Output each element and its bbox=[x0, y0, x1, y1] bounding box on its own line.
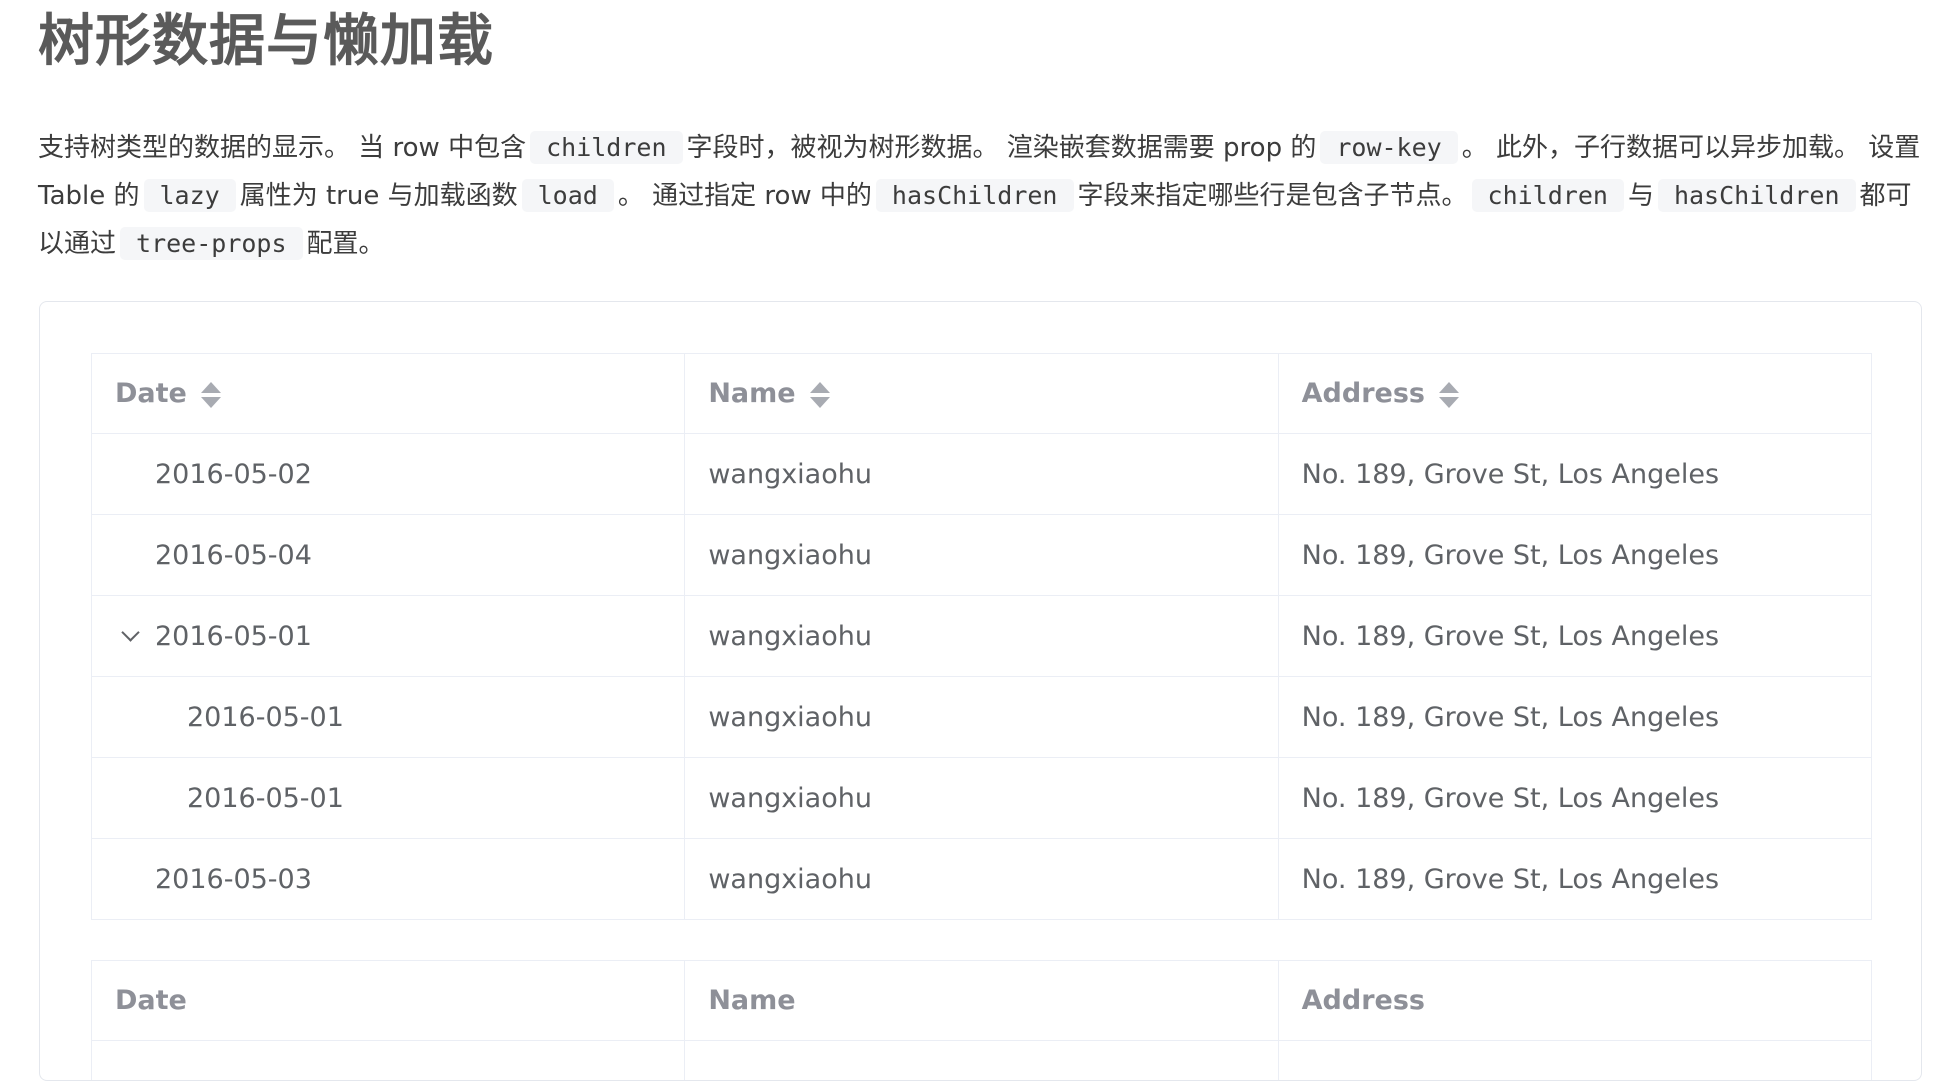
code-load: load bbox=[522, 179, 614, 212]
cell-address: No. 189, Grove St, Los Angeles bbox=[1278, 434, 1871, 515]
code-has-children: hasChildren bbox=[876, 179, 1074, 212]
chevron-down-icon[interactable] bbox=[115, 623, 145, 651]
cell-address: No. 189, Grove St, Los Angeles bbox=[1278, 515, 1871, 596]
table-header-row: Date Name Address bbox=[92, 961, 1872, 1041]
table-row[interactable] bbox=[92, 1041, 1872, 1081]
desc-text: 属性为 true 与加载函数 bbox=[240, 181, 518, 211]
cell-name bbox=[685, 1041, 1278, 1081]
code-has-children-2: hasChildren bbox=[1658, 179, 1856, 212]
cell-name: wangxiaohu bbox=[685, 758, 1278, 839]
cell-name: wangxiaohu bbox=[685, 677, 1278, 758]
code-row-key: row-key bbox=[1320, 131, 1457, 164]
lazy-tree-table: Date Name Address bbox=[91, 960, 1872, 1081]
cell-date: 2016-05-04 bbox=[92, 515, 685, 596]
table-row[interactable]: 2016-05-02 wangxiaohu No. 189, Grove St,… bbox=[92, 434, 1872, 515]
cell-name: wangxiaohu bbox=[685, 515, 1278, 596]
table-header-row: Date Name Address bbox=[92, 354, 1872, 434]
table-row[interactable]: 2016-05-04 wangxiaohu No. 189, Grove St,… bbox=[92, 515, 1872, 596]
cell-date: 2016-05-01 bbox=[92, 596, 685, 677]
page-title: 树形数据与懒加载 bbox=[38, 8, 494, 76]
column-header-name: Name bbox=[685, 961, 1278, 1041]
sort-caret-icon[interactable] bbox=[201, 381, 221, 409]
tree-table: Date Name Address 2016-05-02 wangxiaohu … bbox=[91, 353, 1872, 920]
table-row[interactable]: 2016-05-01 wangxiaohu No. 189, Grove St,… bbox=[92, 596, 1872, 677]
code-children: children bbox=[530, 131, 682, 164]
cell-date bbox=[92, 1041, 685, 1081]
desc-text: 与 bbox=[1628, 181, 1654, 211]
table-row-child[interactable]: 2016-05-01 wangxiaohu No. 189, Grove St,… bbox=[92, 758, 1872, 839]
cell-date: 2016-05-02 bbox=[92, 434, 685, 515]
code-lazy: lazy bbox=[144, 179, 236, 212]
sort-caret-icon[interactable] bbox=[1439, 381, 1459, 409]
cell-date: 2016-05-01 bbox=[92, 677, 685, 758]
cell-name: wangxiaohu bbox=[685, 434, 1278, 515]
demo-box: Date Name Address 2016-05-02 wangxiaohu … bbox=[39, 301, 1922, 1081]
cell-name: wangxiaohu bbox=[685, 839, 1278, 920]
desc-text: 字段来指定哪些行是包含子节点。 bbox=[1078, 181, 1468, 211]
desc-text: 。 通过指定 row 中的 bbox=[618, 181, 872, 211]
column-header-name[interactable]: Name bbox=[685, 354, 1278, 434]
column-header-date: Date bbox=[92, 961, 685, 1041]
cell-address: No. 189, Grove St, Los Angeles bbox=[1278, 839, 1871, 920]
cell-address: No. 189, Grove St, Los Angeles bbox=[1278, 758, 1871, 839]
column-header-address[interactable]: Address bbox=[1278, 354, 1871, 434]
cell-date: 2016-05-03 bbox=[92, 839, 685, 920]
table-row[interactable]: 2016-05-03 wangxiaohu No. 189, Grove St,… bbox=[92, 839, 1872, 920]
cell-date: 2016-05-01 bbox=[92, 758, 685, 839]
cell-address bbox=[1278, 1041, 1871, 1081]
cell-address: No. 189, Grove St, Los Angeles bbox=[1278, 677, 1871, 758]
column-header-date[interactable]: Date bbox=[92, 354, 685, 434]
code-children-2: children bbox=[1472, 179, 1624, 212]
desc-text: 支持树类型的数据的显示。 当 row 中包含 bbox=[38, 133, 526, 163]
code-tree-props: tree-props bbox=[120, 227, 303, 260]
column-header-address: Address bbox=[1278, 961, 1871, 1041]
desc-text: 配置。 bbox=[307, 229, 385, 259]
sort-caret-icon[interactable] bbox=[810, 381, 830, 409]
desc-text: 字段时，被视为树形数据。 渲染嵌套数据需要 prop 的 bbox=[687, 133, 1317, 163]
table-row-child[interactable]: 2016-05-01 wangxiaohu No. 189, Grove St,… bbox=[92, 677, 1872, 758]
description: 支持树类型的数据的显示。 当 row 中包含children字段时，被视为树形数… bbox=[38, 124, 1928, 268]
cell-name: wangxiaohu bbox=[685, 596, 1278, 677]
cell-address: No. 189, Grove St, Los Angeles bbox=[1278, 596, 1871, 677]
